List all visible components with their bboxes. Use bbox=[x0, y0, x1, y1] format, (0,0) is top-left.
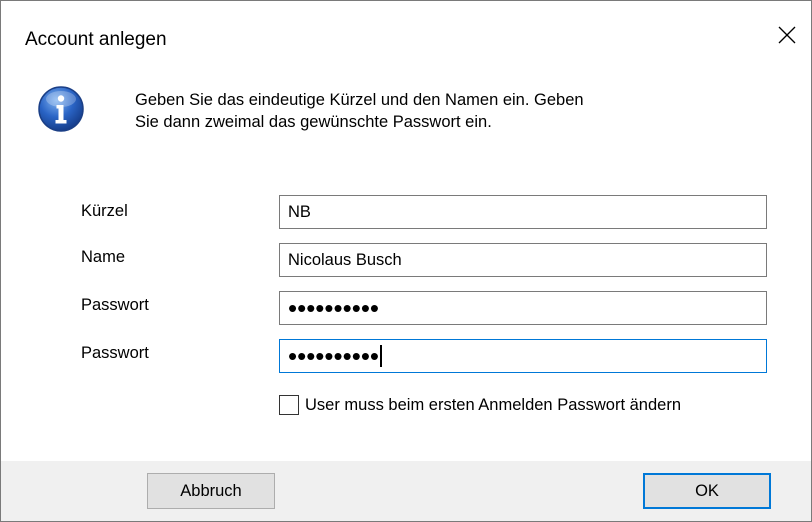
name-value: Nicolaus Busch bbox=[288, 250, 402, 269]
password-confirm-mask: •••••••••• bbox=[288, 341, 380, 371]
instruction-line-1: Geben Sie das eindeutige Kürzel und den … bbox=[135, 91, 584, 109]
close-button[interactable] bbox=[763, 15, 811, 55]
password-mask: •••••••••• bbox=[288, 293, 380, 323]
info-icon bbox=[38, 86, 84, 132]
change-password-option[interactable]: User muss beim ersten Anmelden Passwort … bbox=[279, 395, 681, 415]
instruction-text: Geben Sie das eindeutige Kürzel und den … bbox=[135, 89, 755, 133]
kuerzel-value: NB bbox=[288, 202, 311, 221]
cancel-button[interactable]: Abbruch bbox=[147, 473, 275, 509]
name-label: Name bbox=[81, 248, 126, 266]
password-confirm-label: Passwort bbox=[81, 344, 149, 362]
change-password-checkbox[interactable] bbox=[279, 395, 299, 415]
ok-button[interactable]: OK bbox=[643, 473, 771, 509]
kuerzel-label: Kürzel bbox=[81, 202, 128, 220]
dialog-title: Account anlegen bbox=[25, 29, 167, 50]
change-password-label[interactable]: User muss beim ersten Anmelden Passwort … bbox=[305, 396, 681, 415]
name-field[interactable]: Nicolaus Busch bbox=[279, 243, 767, 277]
instruction-line-2: Sie dann zweimal das gewünschte Passwort… bbox=[135, 113, 492, 131]
dialog-window: Account anlegen Geben Sie das eindeutige… bbox=[0, 0, 812, 522]
password-confirm-field[interactable]: •••••••••• bbox=[279, 339, 767, 373]
password-field[interactable]: •••••••••• bbox=[279, 291, 767, 325]
title-bar[interactable]: Account anlegen bbox=[1, 1, 811, 61]
kuerzel-field[interactable]: NB bbox=[279, 195, 767, 229]
close-icon bbox=[778, 26, 796, 44]
text-caret bbox=[380, 345, 383, 367]
password-label: Passwort bbox=[81, 296, 149, 314]
